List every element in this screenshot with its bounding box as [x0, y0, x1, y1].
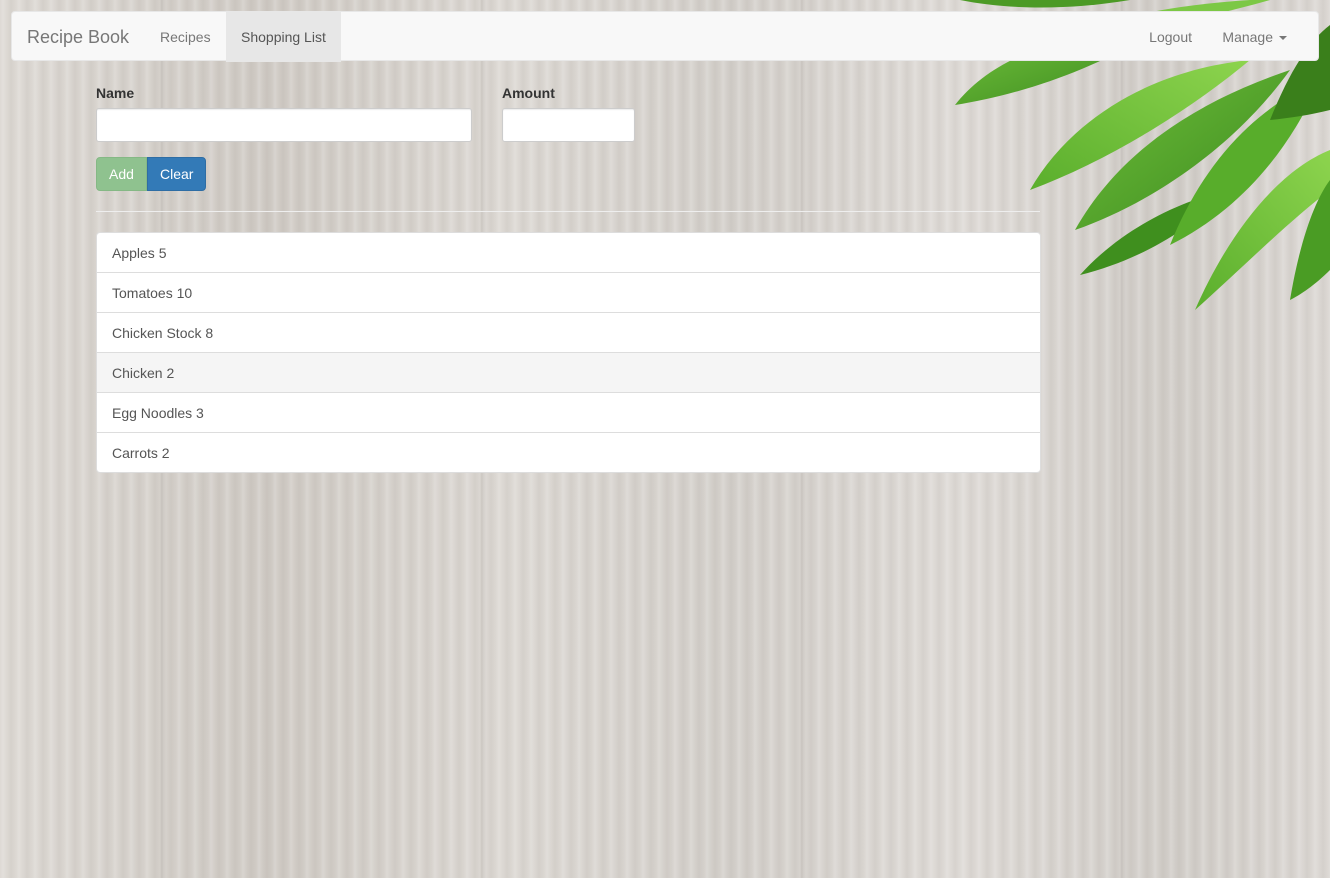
logout-link[interactable]: Logout: [1134, 12, 1207, 62]
brand-link[interactable]: Recipe Book: [27, 12, 129, 62]
amount-input[interactable]: [502, 108, 635, 142]
add-button[interactable]: Add: [96, 157, 147, 191]
manage-dropdown[interactable]: Manage: [1207, 12, 1302, 62]
list-item[interactable]: Carrots 2: [96, 432, 1041, 473]
divider: [96, 211, 1040, 212]
manage-label: Manage: [1222, 29, 1273, 45]
list-item[interactable]: Chicken 2: [96, 352, 1041, 393]
navbar: Recipe Book Recipes Shopping List Logout…: [11, 11, 1319, 62]
name-input[interactable]: [96, 108, 472, 142]
shopping-list: Apples 5 Tomatoes 10 Chicken Stock 8 Chi…: [96, 232, 1041, 473]
nav-recipes[interactable]: Recipes: [145, 12, 226, 62]
clear-button[interactable]: Clear: [147, 157, 206, 191]
amount-label: Amount: [502, 85, 555, 101]
name-label: Name: [96, 85, 135, 101]
chevron-down-icon: [1279, 36, 1287, 41]
nav-shopping-list[interactable]: Shopping List: [226, 12, 341, 62]
list-item[interactable]: Tomatoes 10: [96, 272, 1041, 313]
list-item[interactable]: Egg Noodles 3: [96, 392, 1041, 433]
list-item[interactable]: Apples 5: [96, 232, 1041, 273]
list-item[interactable]: Chicken Stock 8: [96, 312, 1041, 353]
